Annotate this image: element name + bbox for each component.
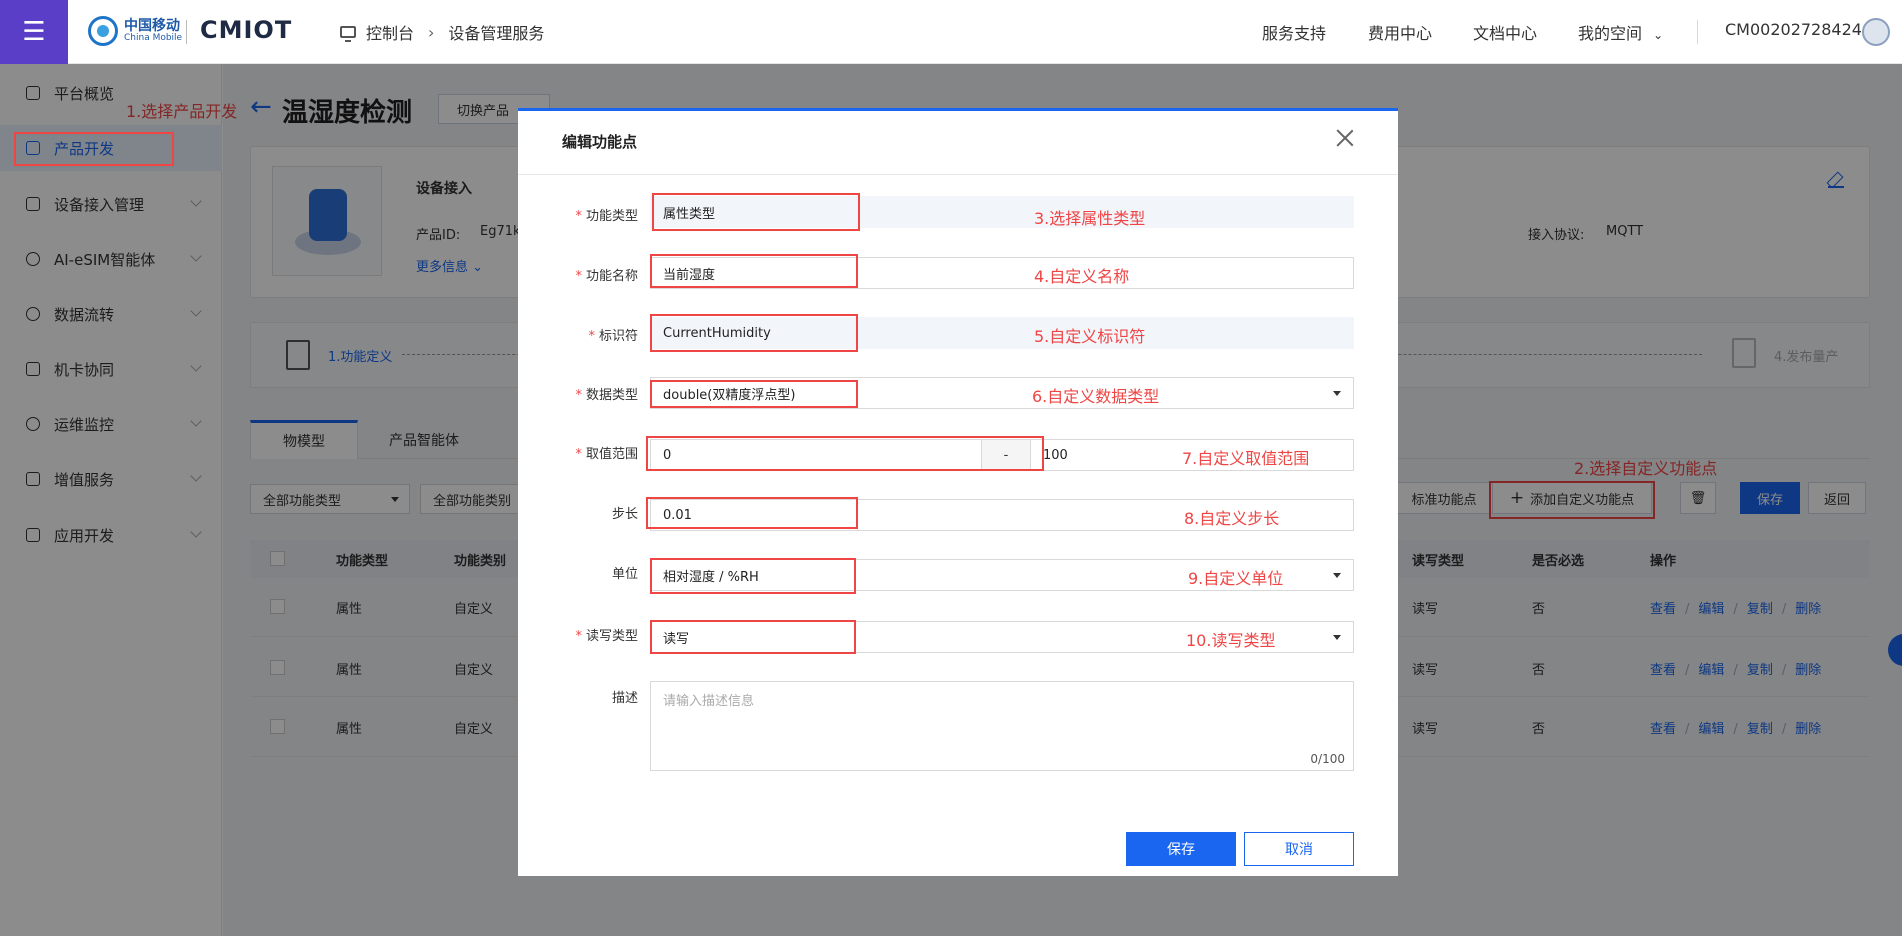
highlight-step [646, 497, 858, 529]
label-func-name: * 功能名称 [575, 269, 638, 284]
nav-my-space[interactable]: 我的空间 ⌄ [1578, 20, 1663, 44]
label-rw-type: * 读写类型 [575, 629, 638, 644]
nav-my-space-label: 我的空间 [1578, 24, 1643, 43]
label-range-text: 取值范围 [585, 447, 638, 462]
china-mobile-logo-icon [88, 16, 118, 46]
close-icon[interactable] [1336, 129, 1354, 147]
breadcrumb: 控制台 › 设备管理服务 [340, 20, 544, 44]
modal-cancel-label: 取消 [1285, 842, 1313, 858]
nav-billing[interactable]: 费用中心 [1368, 20, 1432, 44]
edit-function-modal: 编辑功能点 * 功能类型 属性类型 3.选择属性类型 * 功能名称 当前湿度 4.自… [518, 108, 1398, 876]
highlight-func-type [652, 193, 860, 231]
description-textarea[interactable]: 请输入描述信息 0/100 [650, 681, 1354, 771]
label-data-type-text: 数据类型 [585, 388, 638, 403]
label-unit-text: 单位 [611, 567, 638, 582]
label-step: 步长 [528, 503, 638, 522]
label-func-name-text: 功能名称 [585, 269, 638, 284]
label-desc-text: 描述 [611, 691, 638, 706]
logo-divider [186, 20, 187, 44]
description-placeholder: 请输入描述信息 [663, 694, 755, 709]
chevron-right-icon: › [428, 22, 435, 42]
label-rw-type-text: 读写类型 [585, 629, 638, 644]
nav-docs[interactable]: 文档中心 [1473, 20, 1537, 44]
highlight-product-dev [14, 132, 174, 166]
range-max-value: 100 [1043, 447, 1068, 463]
account-divider [1697, 20, 1698, 44]
annotation-9: 9.自定义单位 [1188, 569, 1284, 588]
label-func-type-text: 功能类型 [585, 209, 638, 224]
brand-en: China Mobile [124, 32, 183, 43]
chevron-down-icon: ⌄ [1653, 28, 1664, 42]
breadcrumb-device-service[interactable]: 设备管理服务 [448, 20, 544, 44]
label-identifier-text: 标识符 [598, 329, 638, 344]
annotation-6: 6.自定义数据类型 [1032, 387, 1160, 406]
breadcrumb-console[interactable]: 控制台 [366, 20, 414, 44]
label-func-type: * 功能类型 [575, 209, 638, 224]
highlight-unit [650, 558, 856, 594]
console-icon [340, 26, 356, 42]
label-range: * 取值范围 [575, 447, 638, 462]
annotation-3: 3.选择属性类型 [1034, 209, 1146, 228]
label-desc: 描述 [528, 687, 638, 706]
caret-down-icon [1333, 635, 1341, 640]
label-unit: 单位 [528, 563, 638, 582]
char-counter: 0/100 [1310, 752, 1345, 766]
cmiot-logo: CMIOT [200, 16, 293, 44]
highlight-identifier [650, 314, 858, 352]
modal-save-label: 保存 [1167, 842, 1195, 858]
annotation-7: 7.自定义取值范围 [1182, 449, 1310, 468]
modal-header-divider [518, 174, 1398, 175]
highlight-range [646, 436, 1044, 471]
top-bar: ☰ 中国移动 China Mobile CMIOT 控制台 › 设备管理服务 服… [0, 0, 1902, 64]
label-step-text: 步长 [611, 507, 638, 522]
highlight-rw-type [650, 620, 856, 654]
menu-icon[interactable]: ☰ [0, 0, 68, 64]
annotation-5: 5.自定义标识符 [1034, 327, 1146, 346]
modal-save-button[interactable]: 保存 [1126, 832, 1236, 866]
caret-down-icon [1333, 573, 1341, 578]
annotation-8: 8.自定义步长 [1184, 509, 1280, 528]
caret-down-icon [1333, 391, 1341, 396]
account-id[interactable]: CM002027284244 [1725, 20, 1872, 39]
avatar[interactable] [1862, 18, 1890, 46]
highlight-data-type [650, 380, 858, 408]
modal-cancel-button[interactable]: 取消 [1244, 832, 1354, 866]
brand-cn: 中国移动 [124, 17, 180, 34]
nav-service-support[interactable]: 服务支持 [1262, 20, 1326, 44]
label-data-type: * 数据类型 [575, 388, 638, 403]
modal-title: 编辑功能点 [562, 133, 638, 151]
highlight-func-name [650, 254, 858, 288]
label-identifier: * 标识符 [588, 329, 638, 344]
annotation-4: 4.自定义名称 [1034, 267, 1130, 286]
annotation-10: 10.读写类型 [1186, 631, 1276, 650]
china-mobile-logo: 中国移动 China Mobile [88, 16, 182, 46]
